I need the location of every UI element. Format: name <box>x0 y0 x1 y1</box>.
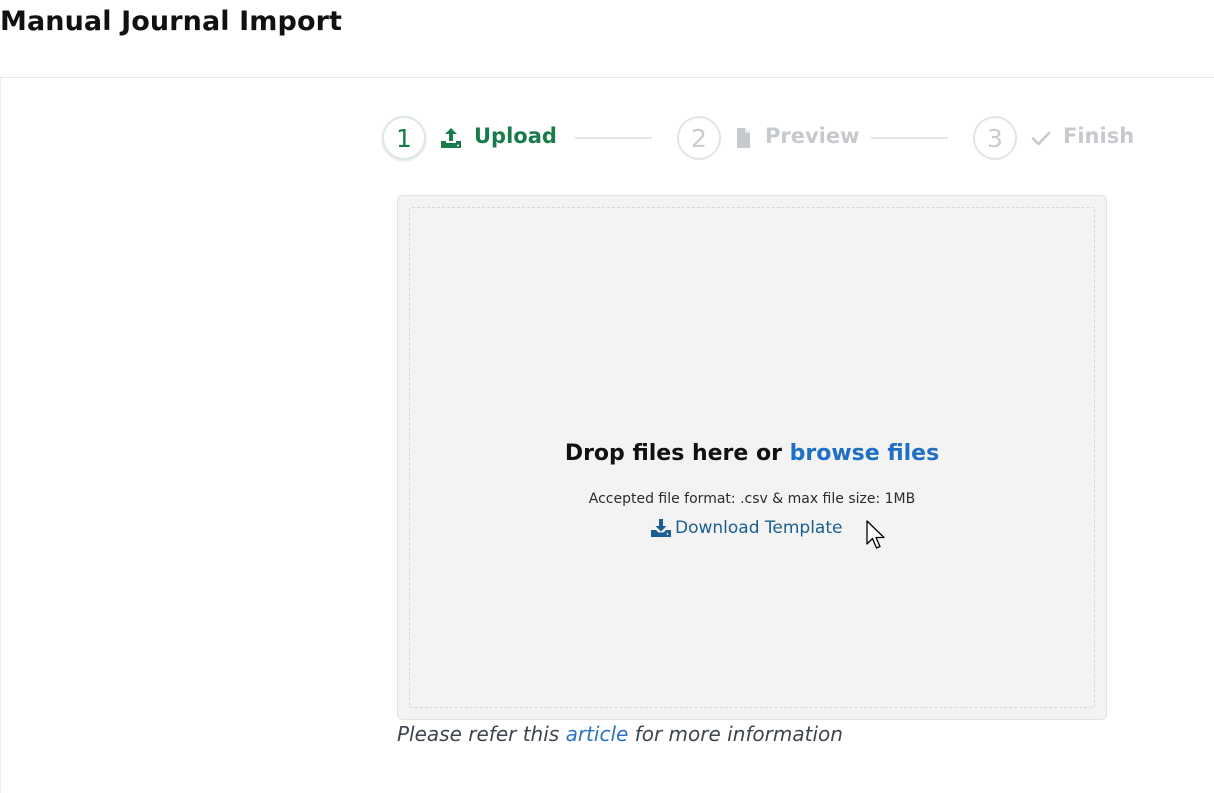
step-3-label: Finish <box>1063 124 1135 148</box>
upload-icon <box>439 126 463 150</box>
info-suffix: for more information <box>628 722 843 746</box>
check-icon <box>1029 126 1053 150</box>
download-template-label: Download Template <box>675 518 843 538</box>
drop-heading-text: Drop files here or <box>564 441 790 466</box>
info-line: Please refer this article for more infor… <box>397 722 843 746</box>
page-title: Manual Journal Import <box>0 6 343 37</box>
mouse-cursor-icon <box>866 520 888 550</box>
step-2-label: Preview <box>765 124 860 148</box>
header-divider <box>0 77 1214 78</box>
step-3-circle: 3 <box>973 116 1017 160</box>
file-icon <box>731 126 755 150</box>
step-2-circle: 2 <box>677 116 721 160</box>
step-1-circle: 1 <box>382 116 426 160</box>
accepted-format-text: Accepted file format: .csv & max file si… <box>588 491 916 507</box>
file-dropzone[interactable]: Drop files here or browse files Accepted… <box>397 195 1107 720</box>
download-template-link[interactable]: Download Template <box>651 518 842 538</box>
manual-journal-import-page: Manual Journal Import 1 Upload 2 Preview… <box>0 0 1214 793</box>
article-link[interactable]: article <box>566 722 629 746</box>
browse-files-link[interactable]: browse files <box>790 441 940 466</box>
info-prefix: Please refer this <box>397 722 566 746</box>
download-icon <box>651 519 671 537</box>
step-connector-1 <box>575 137 652 139</box>
left-panel-edge <box>0 78 1 793</box>
drop-heading: Drop files here or browse files <box>398 441 1106 466</box>
step-1-label[interactable]: Upload <box>474 124 557 148</box>
step-connector-2 <box>871 137 948 139</box>
